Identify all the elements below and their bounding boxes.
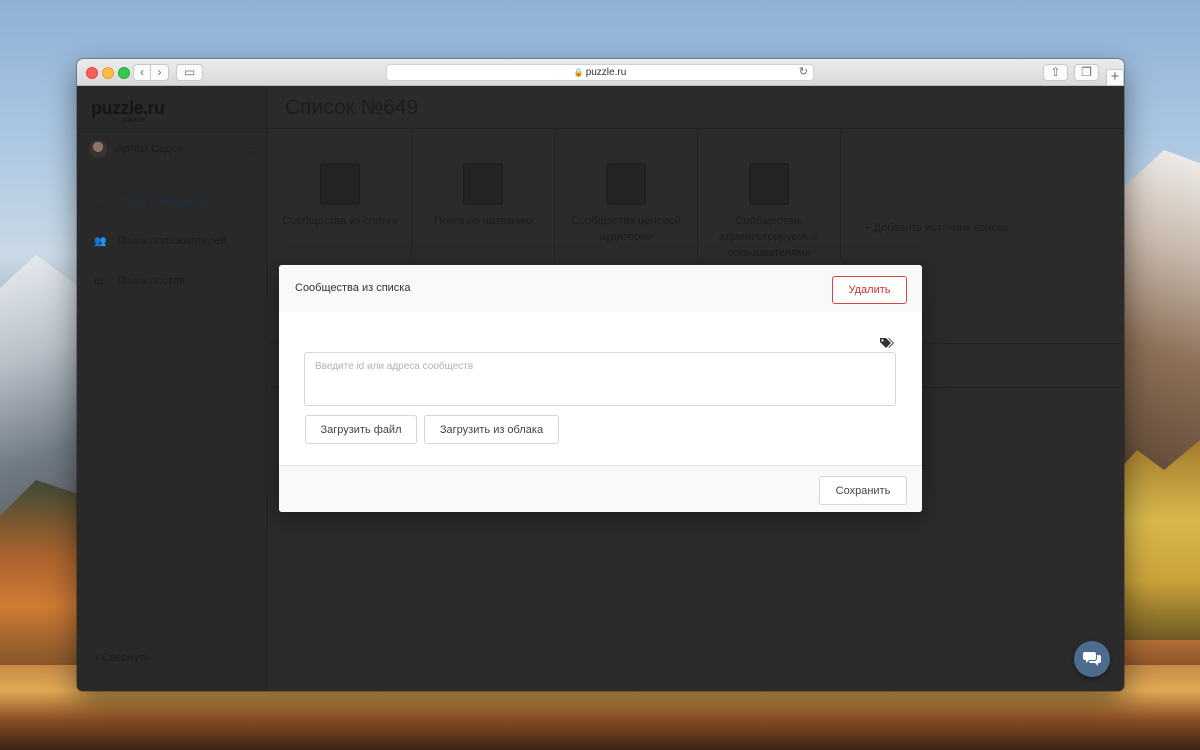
source-card-label: Сообщества, администрируемые пользовател… xyxy=(718,215,820,259)
document-search-icon xyxy=(463,163,503,205)
community-ids-input[interactable] xyxy=(304,352,896,406)
source-card-list[interactable]: Сообщества из списка xyxy=(269,129,412,259)
chat-support-button[interactable] xyxy=(1074,641,1110,677)
add-source-label: Добавить источник поиска xyxy=(873,222,1009,234)
delete-button[interactable]: Удалить xyxy=(832,276,907,304)
address-bar[interactable]: 🔒 puzzle.ru ↻ xyxy=(386,64,814,81)
source-modal: Сообщества из списка Удалить Загрузить ф… xyxy=(279,265,922,512)
save-button[interactable]: Сохранить xyxy=(819,476,907,505)
sidebar-item-label: Поиск пользователей xyxy=(117,235,227,247)
sidebar-item-label: Поиск сообществ xyxy=(117,196,207,208)
source-card-label: Сообщества из списка xyxy=(282,215,398,227)
logo-subtitle: parser xyxy=(123,115,146,124)
new-tab-button[interactable]: + xyxy=(1106,69,1124,86)
upload-cloud-button[interactable]: Загрузить из облака xyxy=(424,415,559,444)
collapse-sidebar-button[interactable]: ‹ Свернуть xyxy=(95,652,150,664)
user-name: Артём Седов xyxy=(116,143,184,155)
plus-icon: + xyxy=(864,222,871,234)
chat-bubbles-icon xyxy=(1083,652,1101,666)
share-button[interactable]: ⇧ xyxy=(1043,64,1068,81)
minimize-window-button[interactable] xyxy=(102,67,114,79)
tags-icon[interactable] xyxy=(879,337,895,349)
sidebar-divider xyxy=(77,128,268,129)
post-icon: ▤ xyxy=(94,276,104,287)
source-card-audience[interactable]: Сообщества целевой аудитории xyxy=(555,129,698,259)
source-card-admin[interactable]: Сообщества, администрируемые пользовател… xyxy=(698,129,841,259)
sidebar-item-user-search[interactable]: 👥 Поиск пользователей xyxy=(94,235,227,247)
kebab-menu-icon[interactable]: ⋮ xyxy=(247,141,259,155)
add-source-button[interactable]: + Добавить источник поиска xyxy=(864,222,1008,234)
close-window-button[interactable] xyxy=(86,67,98,79)
page-title: Список №649 xyxy=(285,96,419,119)
lock-icon: 🔒 xyxy=(573,68,584,77)
chat-icon: ● xyxy=(94,197,101,208)
show-tabs-button[interactable]: ❐ xyxy=(1074,64,1099,81)
source-card-label: Сообщества целевой аудитории xyxy=(571,215,681,243)
chevron-left-icon: ‹ xyxy=(95,652,99,664)
browser-titlebar: ‹ › ▭ 🔒 puzzle.ru ↻ ⇧ ❐ + xyxy=(77,59,1124,86)
sidebar-item-post-search[interactable]: ▤ Поиск постов xyxy=(94,275,185,287)
sidebar-toggle-button[interactable]: ▭ xyxy=(176,64,203,81)
clipboard-list-icon xyxy=(320,163,360,205)
source-card-label: Поиск по названию xyxy=(433,215,533,227)
upload-file-button[interactable]: Загрузить файл xyxy=(305,415,417,444)
modal-title: Сообщества из списка xyxy=(295,282,411,294)
url-text: puzzle.ru xyxy=(585,67,627,78)
source-card-name-search[interactable]: Поиск по названию xyxy=(412,129,555,259)
back-button[interactable]: ‹ xyxy=(133,64,151,81)
modal-header: Сообщества из списка Удалить xyxy=(279,265,922,312)
reload-icon[interactable]: ↻ xyxy=(799,65,808,80)
forward-button[interactable]: › xyxy=(151,64,169,81)
modal-footer: Сохранить xyxy=(279,465,922,512)
sidebar-item-label: Поиск постов xyxy=(117,275,185,287)
users-icon: 👥 xyxy=(94,236,107,247)
sidebar-item-community-search[interactable]: ● Поиск сообществ xyxy=(94,196,206,208)
fullscreen-window-button[interactable] xyxy=(118,67,130,79)
admin-document-icon xyxy=(749,163,789,205)
audience-icon xyxy=(606,163,646,205)
app-sidebar: puzzle.ru parser Артём Седов ⋮ ● Поиск со… xyxy=(77,86,268,691)
collapse-label: Свернуть xyxy=(101,652,150,664)
avatar xyxy=(89,140,107,158)
